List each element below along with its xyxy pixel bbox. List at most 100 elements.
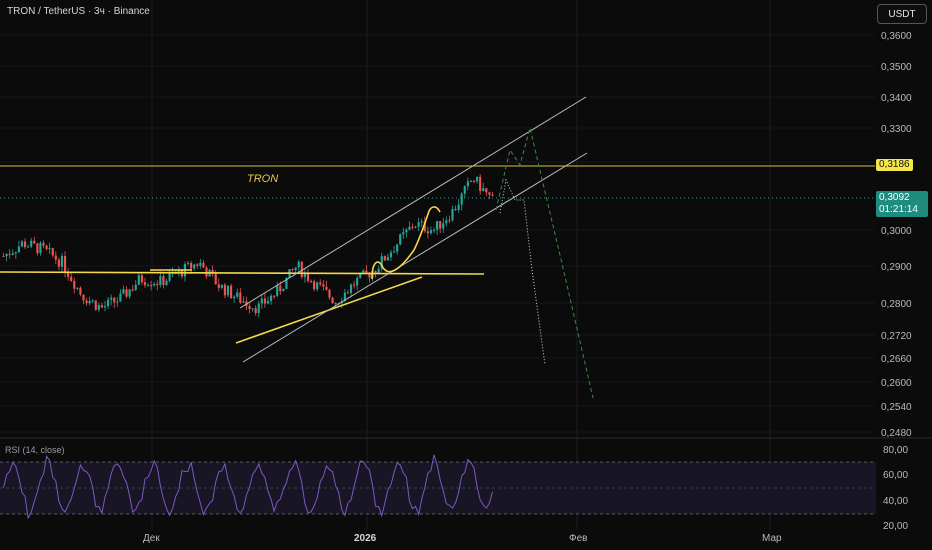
candle-body xyxy=(316,282,319,290)
candle-body xyxy=(454,209,457,211)
candle-body xyxy=(199,262,202,266)
candle-body xyxy=(5,253,8,257)
candle-body xyxy=(45,245,48,249)
channel-lower-line[interactable] xyxy=(242,152,588,363)
candle-body xyxy=(60,255,64,267)
candle-body xyxy=(257,303,260,314)
rsi-tick: 60,00 xyxy=(883,470,908,481)
level-price-badge: 0,3186 xyxy=(876,159,913,171)
symbol-title[interactable]: TRON / TetherUS · 3ч · Binance xyxy=(7,6,150,17)
candle-body xyxy=(353,284,356,286)
candle-body xyxy=(100,305,104,308)
candle-body xyxy=(429,230,433,234)
tron-annotation[interactable]: TRON xyxy=(247,173,278,185)
candle-body xyxy=(273,295,276,297)
candle-body xyxy=(103,306,107,308)
rsi-pane xyxy=(0,437,932,520)
candle-body xyxy=(432,229,436,231)
candle-body xyxy=(140,275,143,283)
candle-body xyxy=(313,281,316,290)
candle-body xyxy=(230,285,233,299)
candle-body xyxy=(399,234,402,245)
candle-body xyxy=(217,284,220,288)
time-tick-dec: Дек xyxy=(143,533,160,544)
candle-body xyxy=(17,246,20,253)
candle-body xyxy=(131,289,134,291)
rsi-tick: 20,00 xyxy=(883,521,908,532)
candle-body xyxy=(128,289,131,297)
candle-body xyxy=(14,252,17,254)
price-tick: 0,2600 xyxy=(881,378,912,389)
candle-body xyxy=(110,297,113,300)
rsi-title[interactable]: RSI (14, close) xyxy=(5,445,65,455)
candle-body xyxy=(153,283,156,286)
candle-body xyxy=(30,240,33,247)
price-tick: 0,3500 xyxy=(881,62,912,73)
candle-body xyxy=(39,242,42,254)
candle-body xyxy=(414,226,417,228)
forecast-dotted-path[interactable] xyxy=(499,178,546,366)
candle-body xyxy=(402,232,405,235)
candle-body xyxy=(386,257,389,261)
candle-body xyxy=(107,299,110,307)
candle-body xyxy=(150,285,153,287)
candle-body xyxy=(491,194,494,196)
candle-body xyxy=(297,261,300,268)
channel-upper-line[interactable] xyxy=(239,96,587,309)
candle-body xyxy=(76,287,79,289)
candle-body xyxy=(33,240,36,244)
candle-body xyxy=(291,269,294,271)
candle-body xyxy=(279,285,282,292)
candle-body xyxy=(186,262,190,265)
candle-body xyxy=(73,280,76,289)
price-tick: 0,2800 xyxy=(881,299,912,310)
candle-body xyxy=(269,295,273,302)
countdown-timer: 01:21:14 xyxy=(879,204,918,215)
candle-body xyxy=(36,243,39,254)
rsi-tick: 40,00 xyxy=(883,496,908,507)
candle-body xyxy=(27,246,30,248)
candle-body xyxy=(202,262,205,268)
candle-body xyxy=(383,256,386,261)
candle-body xyxy=(396,244,399,252)
candle-body xyxy=(236,292,239,297)
candle-body xyxy=(134,284,137,290)
candle-body xyxy=(85,300,88,304)
candle-body xyxy=(239,292,242,303)
candle-body xyxy=(282,289,285,292)
support-horizontal-line[interactable] xyxy=(0,271,485,275)
candle-body xyxy=(309,281,313,283)
candle-body xyxy=(346,292,350,294)
currency-button[interactable]: USDT xyxy=(877,4,927,24)
rsi-axis: 80,00 60,00 40,00 20,00 xyxy=(883,445,908,532)
candle-body xyxy=(457,204,460,210)
candle-body xyxy=(436,221,439,230)
candle-body xyxy=(334,302,337,304)
candle-body xyxy=(476,176,479,182)
chart-canvas[interactable]: 0,36000,35000,34000,33000,32000,30000,29… xyxy=(0,0,932,550)
candle-body xyxy=(190,262,193,269)
candle-body xyxy=(48,248,51,250)
price-tick: 0,3300 xyxy=(881,124,912,135)
candle-body xyxy=(220,284,223,288)
candle-body xyxy=(70,276,73,281)
candle-body xyxy=(2,256,5,257)
candle-body xyxy=(159,276,162,286)
last-price-value: 0,3092 xyxy=(879,192,910,203)
candle-body xyxy=(389,252,393,258)
candle-body xyxy=(143,282,147,286)
candle-body xyxy=(356,278,359,286)
candle-body xyxy=(226,285,230,296)
candle-body xyxy=(472,180,476,182)
candle-body xyxy=(392,251,396,253)
drawings[interactable]: TRON xyxy=(0,96,594,399)
candle-body xyxy=(54,255,57,260)
candle-body xyxy=(122,289,125,294)
candle-body xyxy=(260,298,263,304)
price-tick: 0,2900 xyxy=(881,262,912,273)
candle-body xyxy=(442,223,445,229)
candle-body xyxy=(214,273,217,285)
candle-body xyxy=(254,308,257,314)
candle-body xyxy=(156,283,159,286)
candle-body xyxy=(82,294,85,301)
